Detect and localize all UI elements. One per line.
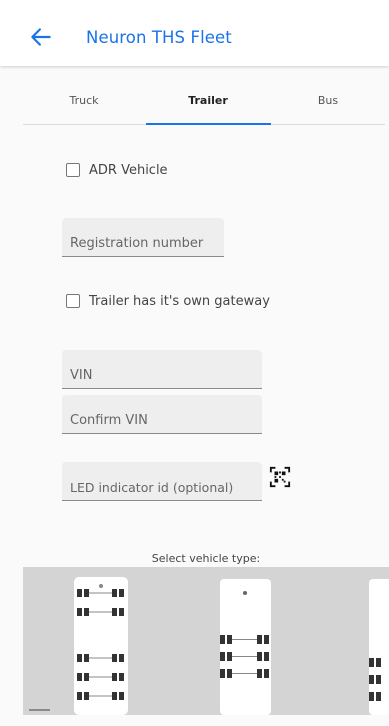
vin-field[interactable]: VIN — [62, 350, 262, 389]
vehicle-option-partial[interactable] — [369, 579, 389, 715]
vehicle-type-carousel[interactable] — [23, 567, 389, 715]
own-gateway-row[interactable]: Trailer has it's own gateway — [66, 291, 270, 311]
registration-number-field[interactable]: Registration number — [62, 218, 224, 257]
tab-truck[interactable]: Truck — [23, 88, 145, 124]
vehicle-option-six-axle[interactable] — [74, 577, 128, 715]
select-vehicle-type-label: Select vehicle type: — [151, 552, 261, 565]
vehicle-tabs: Truck Trailer Bus — [23, 88, 385, 125]
own-gateway-label: Trailer has it's own gateway — [89, 293, 270, 309]
adr-vehicle-row[interactable]: ADR Vehicle — [66, 160, 168, 180]
adr-vehicle-checkbox[interactable] — [66, 163, 80, 177]
confirm-vin-field[interactable]: Confirm VIN — [62, 395, 262, 434]
vehicle-option-three-axle[interactable] — [220, 579, 271, 715]
qr-scan-icon[interactable] — [269, 466, 291, 488]
trailer-partial-icon — [369, 658, 381, 701]
led-indicator-field[interactable]: LED indicator id (optional) — [62, 462, 262, 501]
tab-bus[interactable]: Bus — [271, 88, 385, 124]
app-title: Neuron THS Fleet — [86, 28, 232, 47]
app-header: Neuron THS Fleet — [0, 0, 389, 66]
carousel-scroll-thumb[interactable] — [29, 709, 50, 711]
led-indicator-placeholder: LED indicator id (optional) — [70, 480, 234, 495]
registration-number-placeholder: Registration number — [70, 236, 204, 251]
confirm-vin-placeholder: Confirm VIN — [70, 413, 148, 428]
active-tab-indicator — [146, 123, 271, 125]
own-gateway-checkbox[interactable] — [66, 294, 80, 308]
tab-trailer[interactable]: Trailer — [145, 88, 271, 124]
arrow-left-icon[interactable] — [28, 24, 54, 50]
vin-placeholder: VIN — [70, 368, 93, 383]
three-axle-trailer-icon — [220, 591, 269, 678]
adr-vehicle-label: ADR Vehicle — [89, 162, 168, 178]
six-axle-trailer-icon — [77, 584, 124, 700]
